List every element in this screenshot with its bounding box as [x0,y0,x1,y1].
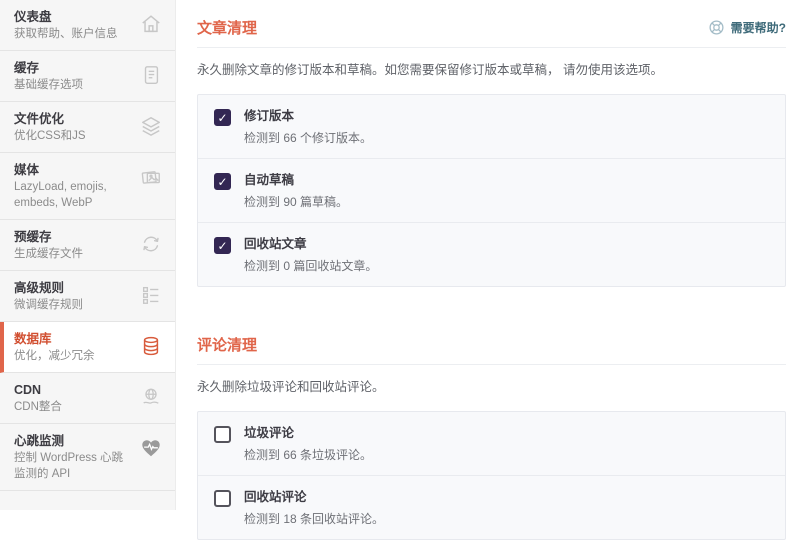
need-help-label: 需要帮助? [730,21,786,35]
option-row-trashed-comments: ✓ 回收站评论 检测到 18 条回收站评论。 [198,476,785,539]
refresh-icon [139,232,163,256]
sidebar-item-title: 数据库 [14,332,52,346]
section-description: 永久删除文章的修订版本和草稿。如您需要保留修订版本或草稿， 请勿使用该选项。 [197,63,663,77]
need-help-link[interactable]: 需要帮助? [708,19,786,36]
section-header: 文章清理 需要帮助? [197,0,786,48]
spam-comments-checkbox[interactable]: ✓ [214,426,231,443]
option-label[interactable]: 修订版本 [244,108,372,125]
option-row-auto-drafts: ✓ 自动草稿 检测到 90 篇草稿。 [198,159,785,223]
option-label[interactable]: 回收站文章 [244,236,377,253]
sidebar-item-advanced-rules[interactable]: 高级规则 微调缓存规则 [0,271,175,322]
sidebar-item-title: 仪表盘 [14,10,52,24]
sidebar-item-title: 媒体 [14,163,40,177]
section-title: 文章清理 [197,20,258,37]
sidebar-item-subtitle: 生成缓存文件 [14,248,83,260]
option-row-spam-comments: ✓ 垃圾评论 检测到 66 条垃圾评论。 [198,412,785,476]
file-icon [139,63,163,87]
trashed-posts-checkbox[interactable]: ✓ [214,237,231,254]
sidebar-item-subtitle: 获取帮助、账户信息 [14,28,118,40]
option-label[interactable]: 回收站评论 [244,489,384,506]
sidebar-item-subtitle: 优化，减少冗余 [14,350,95,362]
sidebar-item-heartbeat[interactable]: 心跳监测 控制 WordPress 心跳监测的 API [0,424,175,491]
auto-drafts-checkbox[interactable]: ✓ [214,173,231,190]
sidebar-item-file-optimization[interactable]: 文件优化 优化CSS和JS [0,102,175,153]
sidebar-item-subtitle: 基础缓存选项 [14,79,83,91]
layers-icon [139,114,163,138]
sidebar-item-title: CDN [14,383,42,397]
sidebar-item-subtitle: 优化CSS和JS [14,130,86,142]
sidebar-item-subtitle: CDN整合 [14,401,62,413]
sidebar-item-title: 高级规则 [14,281,65,295]
home-icon [139,12,163,36]
sidebar-item-title: 缓存 [14,61,40,75]
sidebar-item-title: 文件优化 [14,112,65,126]
option-detail: 检测到 66 个修订版本。 [244,131,373,145]
option-label[interactable]: 自动草稿 [244,172,348,189]
sidebar-item-cache[interactable]: 缓存 基础缓存选项 [0,51,175,102]
option-detail: 检测到 66 条垃圾评论。 [244,448,373,462]
option-row-trashed-posts: ✓ 回收站文章 检测到 0 篇回收站文章。 [198,223,785,286]
post-cleanup-options: ✓ 修订版本 检测到 66 个修订版本。 ✓ 自动草稿 检测到 90 篇草稿。 … [197,94,786,287]
section-header: 评论清理 [197,317,786,365]
sidebar-item-database[interactable]: 数据库 优化，减少冗余 [0,322,175,373]
sidebar-item-media[interactable]: 媒体 LazyLoad, emojis, embeds, WebP [0,153,175,220]
revisions-checkbox[interactable]: ✓ [214,109,231,126]
sidebar-item-subtitle: 微调缓存规则 [14,299,83,311]
option-detail: 检测到 90 篇草稿。 [244,195,349,209]
comment-cleanup-options: ✓ 垃圾评论 检测到 66 条垃圾评论。 ✓ 回收站评论 检测到 18 条回收站… [197,411,786,540]
comment-cleanup-section: 评论清理 永久删除垃圾评论和回收站评论。 ✓ 垃圾评论 检测到 66 条垃圾评论… [197,317,786,540]
sidebar-item-title: 心跳监测 [14,434,65,448]
trashed-comments-checkbox[interactable]: ✓ [214,490,231,507]
lifebuoy-icon [708,19,725,36]
database-settings-panel: 文章清理 需要帮助? 永久删除文章的修订版本和草稿。如您需要保留修订版本或草稿，… [177,0,800,540]
sidebar-item-subtitle: 控制 WordPress 心跳监测的 API [14,452,124,480]
sidebar-item-title: 预缓存 [14,230,52,244]
sidebar-item-preload[interactable]: 预缓存 生成缓存文件 [0,220,175,271]
option-detail: 检测到 18 条回收站评论。 [244,512,385,526]
section-description: 永久删除垃圾评论和回收站评论。 [197,380,385,394]
heartbeat-icon [139,436,163,460]
option-label[interactable]: 垃圾评论 [244,425,372,442]
sidebar-item-subtitle: LazyLoad, emojis, embeds, WebP [14,181,107,209]
option-detail: 检测到 0 篇回收站文章。 [244,259,378,273]
post-cleanup-section: 文章清理 需要帮助? 永久删除文章的修订版本和草稿。如您需要保留修订版本或草稿，… [197,0,786,287]
media-icon [139,165,163,189]
sidebar-item-cdn[interactable]: CDN CDN整合 [0,373,175,424]
database-icon [139,334,163,358]
section-title: 评论清理 [197,337,258,354]
checklist-icon [139,283,163,307]
settings-sidebar: 仪表盘 获取帮助、账户信息 缓存 基础缓存选项 文件优化 优化CSS和JS 媒体… [0,0,176,510]
cdn-icon [139,385,163,409]
option-row-revisions: ✓ 修订版本 检测到 66 个修订版本。 [198,95,785,159]
sidebar-item-dashboard[interactable]: 仪表盘 获取帮助、账户信息 [0,0,175,51]
